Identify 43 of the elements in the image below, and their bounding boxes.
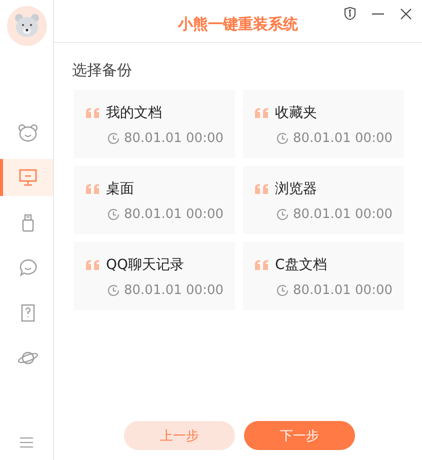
quote-icon xyxy=(255,184,269,194)
backup-time: 80.01.01 00:00 xyxy=(124,283,224,298)
backup-card[interactable]: 收藏夹 80.01.01 00:00 xyxy=(243,90,404,158)
backup-time: 80.01.01 00:00 xyxy=(293,207,392,222)
bear-face-icon xyxy=(18,124,38,142)
sidebar-item[interactable] xyxy=(0,159,53,196)
quote-icon xyxy=(86,108,100,118)
planet-icon xyxy=(17,350,39,366)
clock-icon xyxy=(276,132,289,145)
clock-icon xyxy=(107,208,120,221)
chat-bubble-icon xyxy=(19,258,37,276)
backup-time: 80.01.01 00:00 xyxy=(293,283,392,298)
menu-icon[interactable] xyxy=(20,437,33,448)
close-icon[interactable] xyxy=(400,8,412,20)
bear-avatar xyxy=(6,6,46,46)
backup-name: C盘文档 xyxy=(275,256,327,274)
clock-icon xyxy=(107,132,120,145)
backup-time: 80.01.01 00:00 xyxy=(124,207,224,222)
usb-drive-icon xyxy=(22,214,34,232)
backup-name: 我的文档 xyxy=(106,104,162,122)
clock-icon xyxy=(107,284,120,297)
backup-card[interactable]: 桌面 80.01.01 00:00 xyxy=(74,166,235,234)
monitor-icon xyxy=(19,169,37,186)
clock-icon xyxy=(276,208,289,221)
quote-icon xyxy=(255,108,269,118)
backup-name: 浏览器 xyxy=(275,180,317,198)
quote-icon xyxy=(86,184,100,194)
backup-time: 80.01.01 00:00 xyxy=(293,131,392,146)
backup-name: 收藏夹 xyxy=(275,104,317,122)
backup-card[interactable]: 浏览器 80.01.01 00:00 xyxy=(243,166,404,234)
quote-icon xyxy=(255,260,269,270)
quote-icon xyxy=(86,260,100,270)
backup-card[interactable]: C盘文档 80.01.01 00:00 xyxy=(243,242,404,310)
backup-time: 80.01.01 00:00 xyxy=(124,131,224,146)
backup-name: 桌面 xyxy=(106,180,134,198)
backup-card[interactable]: 我的文档 80.01.01 00:00 xyxy=(74,90,235,158)
window-title: 小熊一键重装系统 xyxy=(178,14,298,34)
help-book-icon xyxy=(21,304,35,322)
backup-card[interactable]: QQ聊天记录 80.01.01 00:00 xyxy=(74,242,235,310)
backup-name: QQ聊天记录 xyxy=(106,256,184,274)
clock-icon xyxy=(276,284,289,297)
section-title: 选择备份 xyxy=(72,61,133,80)
info-shield-icon[interactable] xyxy=(344,7,356,20)
